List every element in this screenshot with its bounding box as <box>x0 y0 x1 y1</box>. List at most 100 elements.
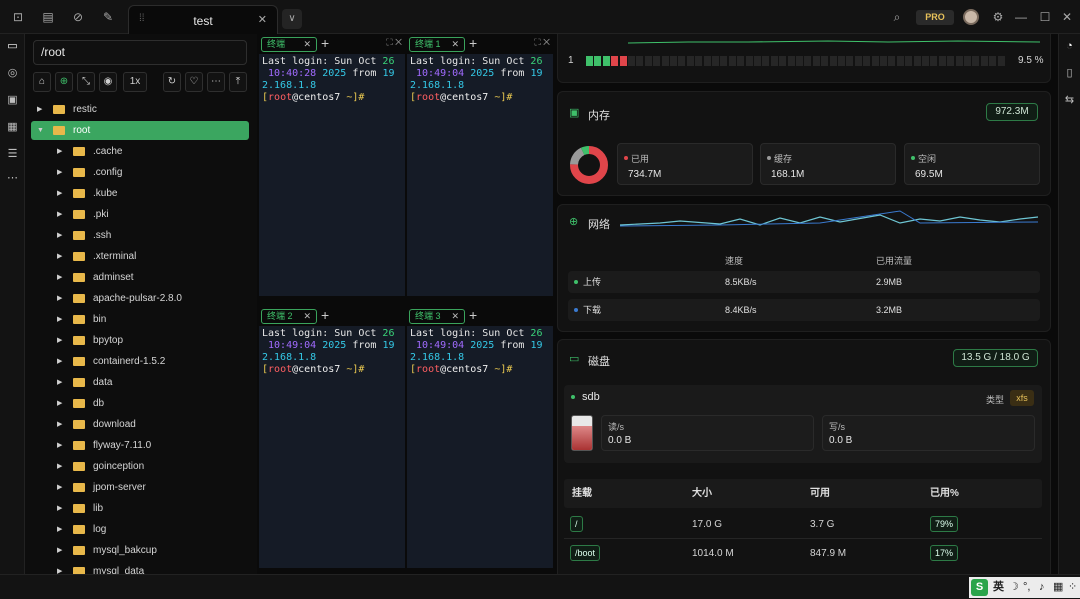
add-terminal-button[interactable]: + <box>469 35 477 51</box>
close-icon[interactable]: ✕ <box>303 38 311 51</box>
refresh-icon[interactable]: ↻ <box>163 72 181 92</box>
terminal-output[interactable]: Last login: Sun Oct 26 10:49:04 2025 fro… <box>262 328 405 376</box>
tab-dropdown-button[interactable]: ∨ <box>282 9 302 29</box>
chevron-right-icon[interactable]: ▶ <box>57 541 62 560</box>
chevron-right-icon[interactable]: ▶ <box>57 520 62 539</box>
pro-badge[interactable]: PRO <box>916 10 954 25</box>
tree-item[interactable]: ▶ bin <box>31 310 249 329</box>
zoom-button[interactable]: 1x <box>123 72 147 92</box>
pane-controls-icon[interactable]: ⛶ ✕ <box>534 37 550 48</box>
heart-icon[interactable]: ♡ <box>185 72 203 92</box>
chevron-right-icon[interactable]: ▶ <box>37 100 42 119</box>
terminal-tab[interactable]: 终端 2 ✕ <box>261 309 317 324</box>
file-icon[interactable]: ▤ <box>40 9 56 25</box>
tree-item[interactable]: ▶ data <box>31 373 249 392</box>
chevron-right-icon[interactable]: ▶ <box>57 436 62 455</box>
ime-toolbar[interactable]: S 英 ☽ °, ♪ ▦ ⁘ <box>969 577 1080 598</box>
tree-item[interactable]: ▶ containerd-1.5.2 <box>31 352 249 371</box>
terminal-tab[interactable]: 终端 1 ✕ <box>409 37 465 52</box>
calendar-icon[interactable]: ▦ <box>4 119 21 136</box>
terminal-tab[interactable]: 终端 ✕ <box>261 37 317 52</box>
terminal-output[interactable]: Last login: Sun Oct 26 10:49:04 2025 fro… <box>410 328 553 376</box>
close-icon[interactable]: ✕ <box>1059 9 1075 25</box>
chevron-right-icon[interactable]: ▶ <box>57 226 62 245</box>
grid-icon[interactable]: ⁘ <box>1068 577 1077 598</box>
close-icon[interactable]: ✕ <box>303 310 311 323</box>
locate-icon[interactable]: ⊕ <box>55 72 73 92</box>
tree-item[interactable]: ▶ mysql_bakcup <box>31 541 249 560</box>
punctuation-icon[interactable]: °, <box>1023 577 1030 598</box>
bookmark-icon[interactable]: ▯ <box>1061 65 1078 82</box>
target-icon[interactable]: ◎ <box>4 65 21 82</box>
chevron-right-icon[interactable]: ▶ <box>57 268 62 287</box>
terminal-pane[interactable]: 终端 2 ✕ + Last login: Sun Oct 26 10:49:04 … <box>259 306 405 568</box>
chevron-right-icon[interactable]: ▶ <box>57 205 62 224</box>
add-terminal-button[interactable]: + <box>469 307 477 323</box>
tree-item[interactable]: ▶ log <box>31 520 249 539</box>
tab-test[interactable]: ⁞⁞ test ✕ <box>128 5 278 34</box>
link-icon[interactable]: ⊘ <box>70 9 86 25</box>
tree-item[interactable]: ▶ .xterminal <box>31 247 249 266</box>
tree-item[interactable]: ▶ mysql_data <box>31 562 249 574</box>
tree-item[interactable]: ▶ adminset <box>31 268 249 287</box>
tree-item[interactable]: ▶ .pki <box>31 205 249 224</box>
tree-item[interactable]: ▶ download <box>31 415 249 434</box>
close-icon[interactable]: ✕ <box>451 38 459 51</box>
mic-icon[interactable]: ♪ <box>1039 577 1045 598</box>
gear-icon[interactable]: ⚙ <box>990 9 1006 25</box>
chevron-right-icon[interactable]: ▶ <box>57 457 62 476</box>
collapse-icon[interactable]: ⤡ <box>77 72 95 92</box>
terminal-output[interactable]: Last login: Sun Oct 26 10:49:04 2025 fro… <box>410 56 553 104</box>
table-row[interactable]: /boot 1014.0 M 847.9 M 17% <box>564 539 1042 568</box>
more-icon[interactable]: ⋯ <box>4 170 21 187</box>
terminal-pane[interactable]: 终端 ✕ + ⛶ ✕ Last login: Sun Oct 26 10:40:2… <box>259 34 405 296</box>
path-input[interactable]: /root <box>33 40 247 65</box>
chevron-right-icon[interactable]: ▶ <box>57 184 62 203</box>
list-icon[interactable]: ☰ <box>4 146 21 163</box>
chevron-right-icon[interactable]: ▶ <box>57 289 62 308</box>
monitor-icon[interactable]: ▣ <box>4 92 21 109</box>
avatar[interactable] <box>963 9 979 25</box>
tree-item[interactable]: ▶ restic <box>31 100 249 119</box>
tree-item[interactable]: ▶ .cache <box>31 142 249 161</box>
add-terminal-button[interactable]: + <box>321 35 329 51</box>
tree-item[interactable]: ▶ .ssh <box>31 226 249 245</box>
minimize-icon[interactable]: — <box>1013 9 1029 25</box>
chevron-down-icon[interactable]: ▼ <box>37 121 44 140</box>
chevron-right-icon[interactable]: ▶ <box>57 499 62 518</box>
chevron-right-icon[interactable]: ▶ <box>57 394 62 413</box>
folder-icon[interactable]: ▭ <box>4 38 21 55</box>
upload-icon[interactable]: ⤒ <box>229 72 247 92</box>
home-icon[interactable]: ⌂ <box>33 72 51 92</box>
terminal-tab[interactable]: 终端 3 ✕ <box>409 309 465 324</box>
tree-item[interactable]: ▶ jpom-server <box>31 478 249 497</box>
chevron-right-icon[interactable]: ▶ <box>57 163 62 182</box>
tree-item[interactable]: ▶ apache-pulsar-2.8.0 <box>31 289 249 308</box>
tree-item[interactable]: ▶ .kube <box>31 184 249 203</box>
chevron-right-icon[interactable]: ▶ <box>57 352 62 371</box>
tree-item[interactable]: ▶ flyway-7.11.0 <box>31 436 249 455</box>
terminal-pane[interactable]: 终端 3 ✕ + Last login: Sun Oct 26 10:49:04 … <box>407 306 553 568</box>
chevron-right-icon[interactable]: ▶ <box>57 331 62 350</box>
more-icon[interactable]: ⋯ <box>207 72 225 92</box>
transfer-icon[interactable]: ⇆ <box>1061 92 1078 109</box>
tree-item[interactable]: ▶ .config <box>31 163 249 182</box>
close-icon[interactable]: ✕ <box>451 310 459 323</box>
ime-lang[interactable]: 英 <box>993 577 1004 598</box>
chevron-right-icon[interactable]: ▶ <box>57 415 62 434</box>
terminal-output[interactable]: Last login: Sun Oct 26 10:40:28 2025 fro… <box>262 56 405 104</box>
chevron-right-icon[interactable]: ▶ <box>57 142 62 161</box>
dashboard-icon[interactable]: ◔ <box>1061 38 1078 55</box>
chevron-right-icon[interactable]: ▶ <box>57 478 62 497</box>
search-icon[interactable]: ⌕ <box>889 9 905 25</box>
add-terminal-button[interactable]: + <box>321 307 329 323</box>
tab-close-icon[interactable]: ✕ <box>258 13 267 26</box>
tree-item[interactable]: ▼ root <box>31 121 249 140</box>
moon-icon[interactable]: ☽ <box>1009 577 1019 598</box>
tree-item[interactable]: ▶ db <box>31 394 249 413</box>
maximize-icon[interactable]: ☐ <box>1037 9 1053 25</box>
terminal-pane[interactable]: 终端 1 ✕ + ⛶ ✕ Last login: Sun Oct 26 10:49… <box>407 34 553 296</box>
chevron-right-icon[interactable]: ▶ <box>57 247 62 266</box>
keyboard-icon[interactable]: ▦ <box>1053 577 1063 598</box>
chevron-right-icon[interactable]: ▶ <box>57 562 62 574</box>
